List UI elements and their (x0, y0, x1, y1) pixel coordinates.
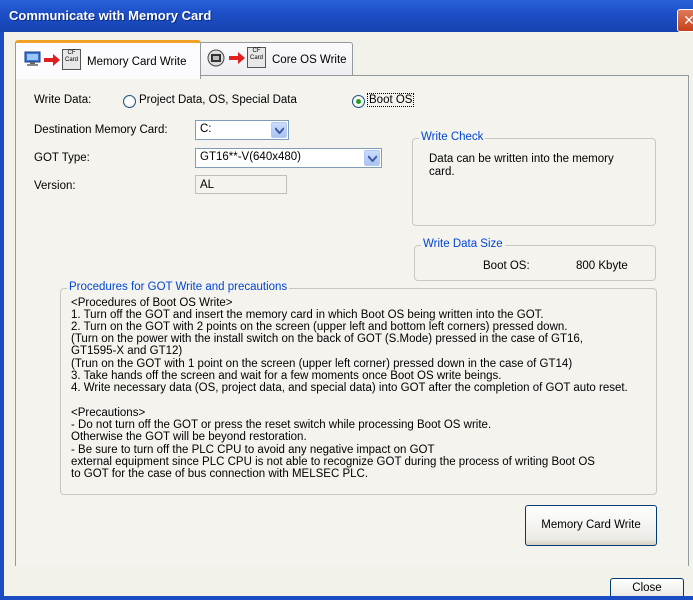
version-value: AL (200, 179, 215, 191)
got-type-value: GT16**-V(640x480) (200, 151, 301, 163)
arrow-right-icon (229, 52, 245, 64)
write-data-size-group: Write Data Size Boot OS: 800 Kbyte (414, 238, 656, 281)
got-type-select[interactable]: GT16**-V(640x480) (195, 148, 382, 168)
precaution-line: to GOT for the case of bus connection wi… (71, 468, 369, 480)
procedures-legend: Procedures for GOT Write and precautions (67, 281, 290, 293)
radio-boot-os-label[interactable]: Boot OS (367, 93, 415, 107)
write-check-message-line: card. (429, 166, 455, 178)
procedure-line: GT1595-X and GT12) (71, 345, 183, 357)
chevron-down-icon[interactable] (364, 150, 380, 166)
chevron-down-icon[interactable] (271, 122, 287, 138)
tab-label: Memory Card Write (87, 56, 187, 68)
title-bar: Communicate with Memory Card ✕ (0, 0, 693, 32)
destination-label: Destination Memory Card: (34, 124, 168, 136)
write-check-legend: Write Check (419, 131, 486, 143)
window-frame-left (0, 32, 4, 600)
core-os-icon (207, 49, 225, 67)
memory-card-write-button[interactable]: Memory Card Write (525, 505, 657, 546)
radio-project-data-label[interactable]: Project Data, OS, Special Data (139, 94, 297, 106)
write-data-label: Write Data: (34, 94, 92, 106)
tab-core-os-write[interactable]: CF Card Core OS Write (199, 42, 353, 77)
write-check-message-line: Data can be written into the memory (429, 153, 614, 165)
destination-value: C: (200, 123, 212, 135)
procedures-group: Procedures for GOT Write and precautions… (60, 281, 657, 495)
boot-os-size-label: Boot OS: (483, 260, 530, 272)
computer-icon (24, 51, 41, 66)
write-check-group: Write Check Data can be written into the… (412, 131, 656, 226)
got-type-label: GOT Type: (34, 152, 90, 164)
arrow-right-icon (44, 54, 60, 66)
boot-os-size-value: 800 Kbyte (576, 260, 628, 272)
dialog-footer (4, 566, 693, 600)
window-title: Communicate with Memory Card (9, 8, 212, 23)
radio-project-data[interactable] (123, 95, 136, 108)
cf-card-icon: CF Card (247, 47, 266, 68)
cf-card-icon: CF Card (62, 49, 81, 70)
version-label: Version: (34, 180, 76, 192)
window-close-button[interactable]: ✕ (677, 9, 693, 32)
close-icon: ✕ (683, 12, 693, 28)
procedure-line: 4. Write necessary data (OS, project dat… (71, 382, 628, 394)
window-frame-bottom (0, 596, 693, 600)
radio-boot-os[interactable] (352, 95, 365, 108)
precaution-line: Otherwise the GOT will be beyond restora… (71, 431, 307, 443)
version-field: AL (195, 175, 287, 194)
tab-memory-card-write[interactable]: CF Card Memory Card Write (15, 40, 201, 79)
tab-panel: Write Data: Project Data, OS, Special Da… (15, 75, 689, 567)
tab-label: Core OS Write (272, 54, 347, 66)
write-data-size-legend: Write Data Size (421, 238, 505, 250)
destination-memory-card-select[interactable]: C: (195, 120, 289, 140)
